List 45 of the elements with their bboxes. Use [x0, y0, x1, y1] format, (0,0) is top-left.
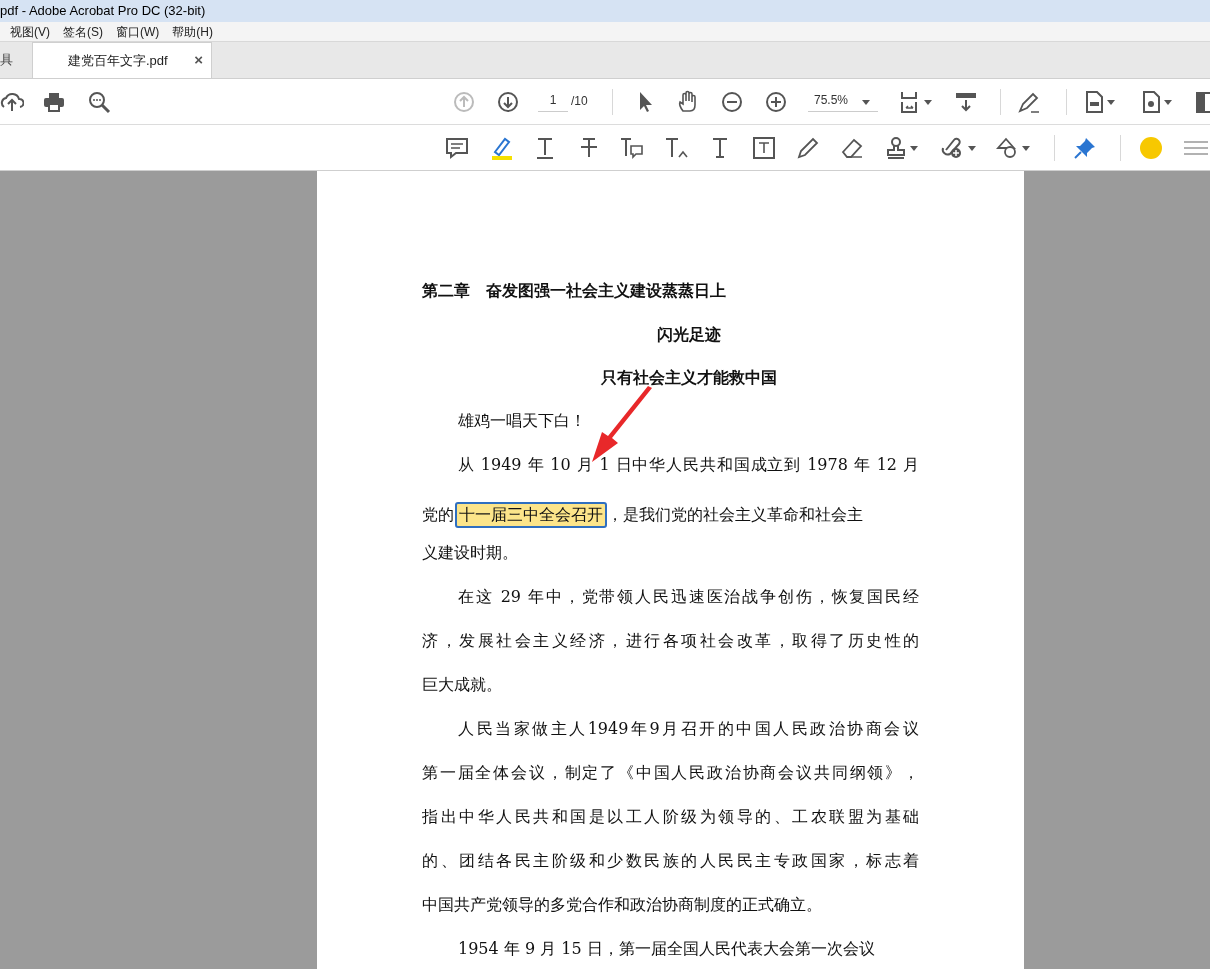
document-tab[interactable]: 建党百年文字.pdf ×	[32, 42, 212, 78]
heading: 只有社会主义才能救中国	[599, 367, 778, 389]
close-icon[interactable]: ×	[194, 49, 203, 72]
page-count: /10	[571, 93, 588, 110]
paragraph: 在这 29 年中，党带领人民迅速医治战争创伤，恢复国民经 济，发展社会主义经济，进行各项社会改革，取得了历史性的 巨大成就。	[422, 586, 919, 696]
paragraph: 1954 年 9 月 15 日，第一届全国人民代表大会第一次会议	[457, 938, 875, 960]
paragraph-text: ，是我们党的社会主义革命和社会主	[607, 504, 863, 526]
highlighter-icon[interactable]	[489, 136, 513, 160]
text-box-icon[interactable]	[752, 136, 776, 160]
menu-item[interactable]: 窗口(W)	[116, 22, 160, 41]
menu-item[interactable]: 视图(V)	[10, 22, 50, 41]
menu-item[interactable]: 帮助(H)	[172, 22, 213, 41]
stamp-icon[interactable]	[884, 136, 920, 160]
upload-cloud-icon[interactable]	[0, 90, 24, 114]
highlighted-text[interactable]: 十一届三中全会召开	[455, 502, 607, 528]
eraser-icon[interactable]	[840, 136, 864, 160]
arrow-down-circle-icon[interactable]	[496, 90, 520, 114]
paragraph-text: 从 1949 年 10 月 1 日中华人民共和国成立到 1978 年 12 月	[458, 455, 919, 474]
zoom-out-icon[interactable]	[720, 90, 744, 114]
color-circle-icon[interactable]	[1139, 136, 1163, 160]
document-gear-icon[interactable]	[1140, 90, 1174, 114]
comment-icon[interactable]	[445, 136, 469, 160]
paragraph-text: 义建设时期。	[422, 543, 518, 562]
shapes-icon[interactable]	[996, 136, 1032, 160]
printer-icon[interactable]	[42, 90, 66, 114]
fit-page-icon[interactable]	[898, 90, 934, 114]
paperclip-add-icon[interactable]	[940, 136, 978, 160]
document-icon[interactable]	[1083, 90, 1117, 114]
paragraph: 人民当家做主人1949年9月召开的中国人民政治协商会议 第一届全体会议，制定了《中国人民政治协商会议共同纲领》， 指出中华人民共和国是以工人阶级为领导的、工农联盟为基础 的、团结各民主阶级和少数民族的人民民主专政国家，标志着 中国共产党领导的多党合作和政治协商制度的正式确立。	[422, 718, 919, 916]
paragraph-text: 党的	[422, 504, 454, 526]
heading: 闪光足迹	[655, 324, 722, 346]
window-title: pdf - Adobe Acrobat Pro DC (32-bit)	[0, 2, 206, 21]
text-comment-icon[interactable]	[619, 136, 643, 160]
paragraph: 雄鸡一唱天下白！	[457, 410, 586, 432]
zoom-in-icon[interactable]	[764, 90, 788, 114]
pencil-icon[interactable]	[796, 136, 820, 160]
pin-icon[interactable]	[1073, 136, 1097, 160]
insert-text-icon[interactable]	[664, 136, 688, 160]
scroll-mode-icon[interactable]	[954, 90, 978, 114]
menu-item[interactable]: 签名(S)	[63, 22, 103, 41]
page-number-field[interactable]: 1	[538, 91, 568, 112]
panel-icon[interactable]	[1196, 90, 1210, 114]
search-icon[interactable]	[87, 90, 111, 114]
pen-sign-icon[interactable]	[1017, 90, 1041, 114]
heading: 第二章 奋发图强一社会主义建设蒸蒸日上	[422, 280, 727, 302]
